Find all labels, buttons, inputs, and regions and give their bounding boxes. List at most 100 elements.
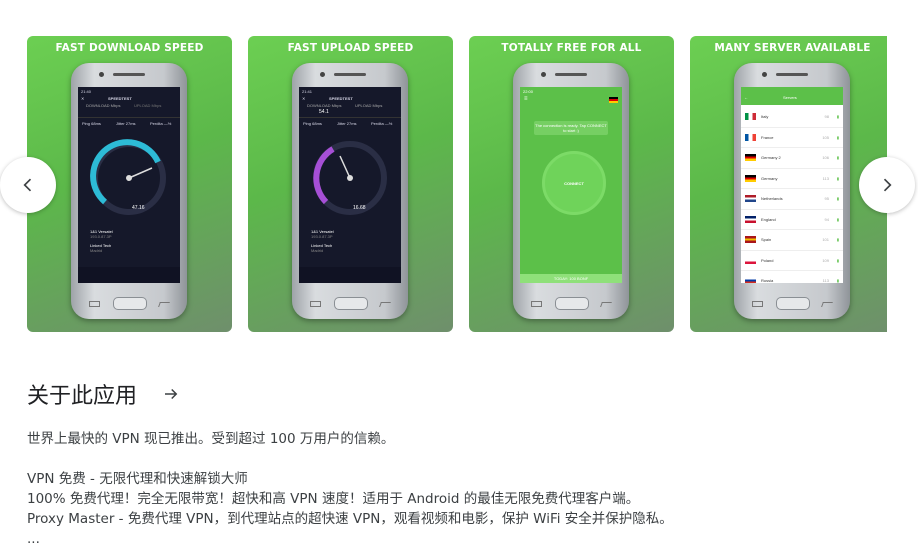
- phone-screen: 21:40 ✕ SPEEDTEST DOWNLOAD Mbps UPLOAD M…: [78, 87, 180, 283]
- arrow-right-icon[interactable]: [159, 382, 183, 406]
- phone-mockup: 21:41 ✕ SPEEDTEST DOWNLOAD Mbps UPLOAD M…: [292, 63, 408, 319]
- server-ping: 109: [822, 257, 829, 263]
- server-city: Madrid: [311, 248, 324, 253]
- metric-label: UPLOAD Mbps: [134, 103, 162, 108]
- screenshot-carousel: FAST DOWNLOAD SPEED 21:40 ✕ SPEEDTEST DO…: [27, 36, 887, 332]
- servers-header: Servers: [783, 95, 797, 100]
- card-caption: TOTALLY FREE FOR ALL: [501, 42, 642, 54]
- menu-icon: ≡: [524, 96, 528, 102]
- signal-icon: ▮: [836, 216, 839, 222]
- server-ping: 95: [824, 196, 829, 201]
- ping-value: Ping 68ms: [82, 121, 101, 126]
- server-name: Spain: [761, 237, 772, 242]
- flag-icon: [745, 133, 756, 141]
- flag-icon: [745, 174, 756, 182]
- signal-icon: ▮: [836, 257, 839, 263]
- bonus-footer: TODAY: 100 BONF: [520, 274, 622, 283]
- signal-icon: ▮: [836, 278, 839, 283]
- jitter-value: Jitter 27ms: [337, 121, 357, 126]
- server-name: Netherlands: [761, 196, 783, 201]
- signal-icon: ▮: [836, 196, 839, 201]
- loss-value: Perdita —%: [150, 121, 172, 126]
- flag-icon: [745, 256, 756, 264]
- chevron-left-icon: [23, 178, 32, 192]
- carousel-prev-button[interactable]: [0, 157, 56, 213]
- ip-address: 193.0.87.3P: [311, 234, 333, 239]
- flag-icon: [745, 236, 756, 243]
- server-name: Germany 2: [761, 155, 781, 160]
- server-row[interactable]: Germany 2 106 ▮: [741, 148, 843, 169]
- description-line: Proxy Master - 免费代理 VPN，到代理站点的超快速 VPN，观看…: [27, 511, 673, 527]
- server-name: England: [761, 216, 776, 222]
- description-ellipsis: ...: [27, 531, 40, 547]
- description-line: VPN 免费 - 无限代理和快速解锁大师: [27, 471, 248, 487]
- speed-gauge: [90, 139, 166, 215]
- server-ping: 113: [822, 175, 829, 181]
- metric-label: UPLOAD Mbps: [355, 103, 383, 108]
- about-section-header[interactable]: 关于此应用: [27, 378, 183, 410]
- server-ping: 106: [822, 155, 829, 160]
- card-caption: FAST UPLOAD SPEED: [287, 42, 414, 54]
- card-caption: FAST DOWNLOAD SPEED: [55, 42, 204, 54]
- ping-value: Ping 68ms: [303, 121, 322, 126]
- flag-icon: [609, 97, 618, 103]
- server-row[interactable]: France 105 ▮: [741, 128, 843, 148]
- status-time: 21:41: [302, 89, 313, 94]
- phone-mockup: ← Servers Italy 98 ▮ France 105 ▮ Germany 2 106…: [734, 63, 850, 319]
- ip-address: 193.0.87.3P: [90, 234, 112, 239]
- server-row[interactable]: Netherlands 95 ▮: [741, 189, 843, 210]
- server-ping: 98: [824, 114, 829, 119]
- server-name: Poland: [761, 257, 774, 263]
- signal-icon: ▮: [836, 134, 839, 140]
- app-name: SPEEDTEST: [329, 96, 353, 101]
- phone-screen: 21:41 ✕ SPEEDTEST DOWNLOAD Mbps UPLOAD M…: [299, 87, 401, 283]
- flag-icon: [745, 113, 756, 120]
- metric-label: DOWNLOAD Mbps: [86, 103, 121, 108]
- screenshot-card[interactable]: MANY SERVER AVAILABLE ← Servers Italy 98 ▮…: [690, 36, 887, 332]
- gauge-reading: 47.16: [132, 205, 145, 211]
- screenshot-card[interactable]: TOTALLY FREE FOR ALL 22:00 ≡ The connect…: [469, 36, 674, 332]
- screenshot-card[interactable]: FAST DOWNLOAD SPEED 21:40 ✕ SPEEDTEST DO…: [27, 36, 232, 332]
- server-row[interactable]: Spain 101 ▮: [741, 230, 843, 251]
- signal-icon: ▮: [836, 175, 839, 181]
- server-city: Madrid: [90, 248, 103, 253]
- card-caption: MANY SERVER AVAILABLE: [714, 42, 871, 54]
- speed-gauge: [313, 141, 387, 215]
- flag-icon: [745, 215, 756, 223]
- flag-icon: [745, 195, 756, 202]
- metric-label: DOWNLOAD Mbps: [307, 103, 342, 108]
- server-row[interactable]: Poland 109 ▮: [741, 251, 843, 271]
- phone-screen: 22:00 ≡ The connection is ready. Tap CON…: [520, 87, 622, 283]
- description-line: 世界上最快的 VPN 现已推出。受到超过 100 万用户的信赖。: [27, 431, 395, 447]
- description-line: 100% 免费代理！完全无限带宽！超快和高 VPN 速度！适用于 Android…: [27, 491, 640, 507]
- server-ping: 105: [822, 134, 829, 140]
- status-time: 21:40: [81, 89, 92, 94]
- app-name: SPEEDTEST: [108, 96, 132, 101]
- phone-screen: ← Servers Italy 98 ▮ France 105 ▮ Germany 2 106…: [741, 87, 843, 283]
- chevron-right-icon: [883, 178, 892, 192]
- server-row[interactable]: Germany 113 ▮: [741, 169, 843, 189]
- server-row[interactable]: Russia 113 ▮: [741, 271, 843, 283]
- signal-icon: ▮: [836, 237, 839, 242]
- server-row[interactable]: England 94 ▮: [741, 210, 843, 230]
- phone-mockup: 22:00 ≡ The connection is ready. Tap CON…: [513, 63, 629, 319]
- carousel-next-button[interactable]: [859, 157, 915, 213]
- server-name: Russia: [761, 278, 774, 283]
- phone-mockup: 21:40 ✕ SPEEDTEST DOWNLOAD Mbps UPLOAD M…: [71, 63, 187, 319]
- screenshot-card[interactable]: FAST UPLOAD SPEED 21:41 ✕ SPEEDTEST DOWN…: [248, 36, 453, 332]
- server-row[interactable]: Italy 98 ▮: [741, 107, 843, 128]
- server-name: France: [761, 134, 774, 140]
- server-name: Italy: [761, 114, 769, 119]
- server-list: Italy 98 ▮ France 105 ▮ Germany 2 106 ▮ Germany 11…: [741, 107, 843, 283]
- about-title: 关于此应用: [27, 384, 138, 409]
- status-time: 22:00: [523, 89, 534, 94]
- app-description: 世界上最快的 VPN 现已推出。受到超过 100 万用户的信赖。 VPN 免费 …: [27, 429, 673, 549]
- tip-bubble: The connection is ready. Tap CONNECT to …: [534, 121, 608, 135]
- flag-icon: [745, 154, 756, 161]
- loss-value: Perdita —%: [371, 121, 393, 126]
- connect-button[interactable]: CONNECT: [564, 181, 584, 186]
- server-ping: 94: [824, 216, 829, 222]
- server-name: Germany: [761, 175, 778, 181]
- gauge-reading: 16.68: [353, 205, 366, 211]
- signal-icon: ▮: [836, 114, 839, 119]
